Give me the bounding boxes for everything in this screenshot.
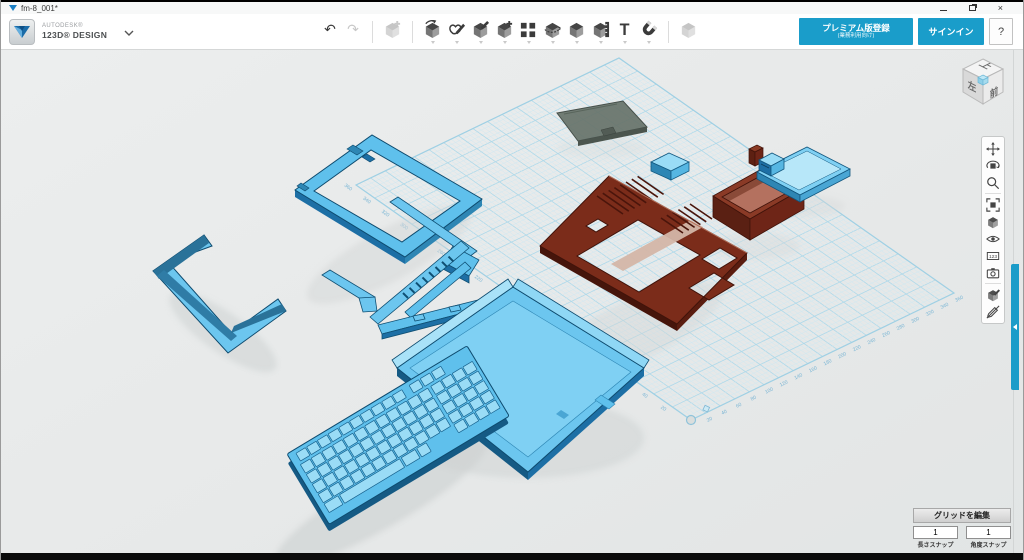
account-area: プレミアム版登録 (業務利用向け) サインイン ?	[799, 18, 1023, 45]
svg-text:160: 160	[808, 365, 818, 374]
grid-origin-handle[interactable]	[687, 416, 696, 425]
premium-button[interactable]: プレミアム版登録 (業務利用向け)	[799, 18, 913, 45]
svg-text:360: 360	[343, 183, 353, 193]
maximize-icon[interactable]	[969, 5, 976, 11]
svg-text:200: 200	[837, 351, 847, 360]
svg-text:80: 80	[750, 395, 758, 403]
svg-text:220: 220	[852, 344, 862, 353]
svg-text:220: 220	[473, 274, 483, 284]
dimension-icon[interactable]: 123	[982, 247, 1004, 264]
measure-icon[interactable]	[589, 19, 612, 44]
fit-view-icon[interactable]	[982, 196, 1004, 213]
svg-text:340: 340	[940, 302, 950, 311]
visibility-icon[interactable]	[982, 230, 1004, 247]
svg-text:180: 180	[823, 358, 833, 367]
bottom-window-edge	[1, 553, 1023, 560]
construct-icon[interactable]	[469, 19, 492, 44]
arrow-left-icon	[1013, 324, 1017, 330]
brand-product: 123D® DESIGN	[42, 31, 107, 40]
orbit-icon[interactable]	[982, 157, 1004, 174]
hide-parts-icon[interactable]	[982, 303, 1004, 320]
redo-icon[interactable]: ↷	[342, 19, 364, 39]
grid-panel: グリッドを編集 長さスナップ 角度スナップ	[913, 505, 1011, 550]
svg-text:40: 40	[720, 409, 728, 417]
svg-text:T: T	[620, 21, 630, 39]
grouping-icon[interactable]	[541, 19, 564, 44]
app-logo-icon	[9, 5, 17, 11]
svg-text:140: 140	[794, 372, 804, 381]
view-tools-rail: 123	[981, 136, 1005, 324]
viewport: 3603603403403203203003002802802602602402…	[1, 50, 1023, 553]
svg-text:320: 320	[925, 309, 935, 318]
close-icon[interactable]: ×	[998, 4, 1003, 13]
svg-text:40: 40	[641, 392, 649, 400]
view-style-icon[interactable]	[982, 213, 1004, 230]
svg-text:260: 260	[881, 330, 891, 339]
transform-icon[interactable]	[381, 19, 404, 39]
3d-print-icon[interactable]	[677, 19, 700, 39]
screenshot-icon[interactable]	[982, 264, 1004, 281]
edit-grid-button[interactable]: グリッドを編集	[913, 508, 1011, 523]
svg-text:20: 20	[659, 405, 667, 413]
main-toolbar: AUTODESK® 123D® DESIGN ↶ ↷	[1, 14, 1023, 50]
undo-icon[interactable]: ↶	[319, 19, 341, 39]
svg-text:240: 240	[867, 337, 877, 346]
rail-separator	[985, 283, 1001, 284]
123d-logo-icon	[9, 19, 35, 45]
primitives-icon[interactable]	[421, 19, 444, 44]
angle-snap-label: 角度スナップ	[966, 540, 1011, 549]
svg-text:123: 123	[989, 254, 997, 260]
combine-icon[interactable]	[565, 19, 588, 44]
svg-text:100: 100	[764, 386, 774, 395]
help-button[interactable]: ?	[989, 18, 1013, 45]
svg-text:320: 320	[380, 209, 390, 219]
svg-text:60: 60	[735, 402, 743, 410]
tool-icons: ↶ ↷	[319, 19, 700, 44]
brand-autodesk: AUTODESK®	[42, 23, 107, 29]
pan-icon[interactable]	[982, 140, 1004, 157]
toolbar-separator	[372, 21, 373, 43]
signin-button[interactable]: サインイン	[918, 18, 984, 45]
svg-text:120: 120	[779, 379, 789, 388]
svg-text:280: 280	[896, 323, 906, 332]
toolbar-separator	[668, 21, 669, 43]
rail-separator	[985, 193, 1001, 194]
length-snap-label: 長さスナップ	[913, 540, 958, 549]
svg-text:340: 340	[361, 196, 371, 206]
brand-block[interactable]: AUTODESK® 123D® DESIGN	[1, 19, 151, 45]
chevron-down-icon[interactable]	[124, 23, 134, 41]
panel-collapse-handle[interactable]	[1011, 264, 1019, 390]
sketch-icon[interactable]	[445, 19, 468, 44]
minimize-icon[interactable]	[940, 10, 947, 11]
viewcube-corner-marker	[978, 75, 988, 85]
viewport-canvas[interactable]: 3603603403403203203003002802802602602402…	[1, 50, 1023, 553]
window-controls: ×	[940, 4, 1015, 13]
snap-icon[interactable]	[637, 19, 660, 44]
material-icon[interactable]	[982, 286, 1004, 303]
svg-text:300: 300	[910, 316, 920, 325]
zoom-icon[interactable]	[982, 174, 1004, 191]
svg-text:360: 360	[954, 295, 964, 304]
titlebar: fm-8_001* ×	[1, 2, 1023, 14]
modify-icon[interactable]	[493, 19, 516, 44]
text-icon[interactable]: T	[613, 19, 636, 44]
pattern-icon[interactable]	[517, 19, 540, 44]
window-title: fm-8_001*	[21, 4, 58, 13]
svg-text:20: 20	[706, 416, 714, 424]
app-window: fm-8_001* × AUTODESK® 123D® DESIGN	[0, 0, 1024, 560]
view-cube[interactable]: 上 左 前	[957, 56, 1009, 108]
toolbar-separator	[412, 21, 413, 43]
length-snap-input[interactable]	[913, 526, 958, 539]
angle-snap-input[interactable]	[966, 526, 1011, 539]
